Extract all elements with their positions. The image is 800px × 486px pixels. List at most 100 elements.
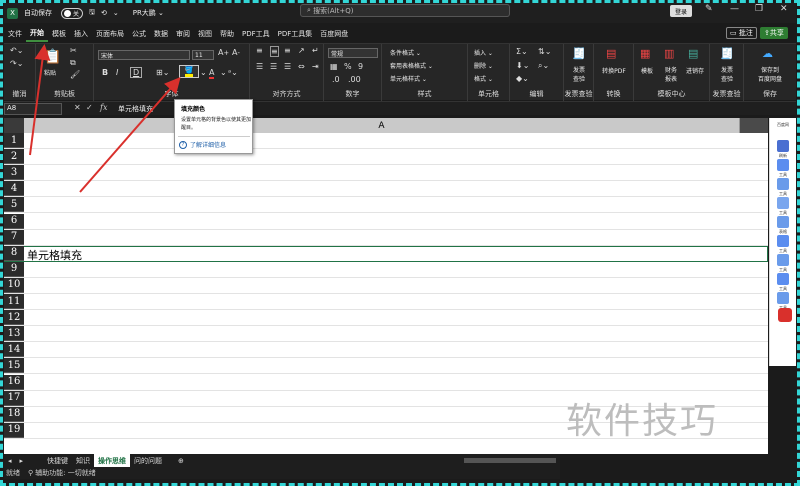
horizontal-scrollbar[interactable] xyxy=(464,458,556,463)
inventory-icon[interactable]: ▤ xyxy=(688,47,698,60)
find-select-icon[interactable]: ⌕⌄ xyxy=(538,61,549,71)
table-row[interactable]: 3 xyxy=(4,165,768,182)
menu-data[interactable]: 数据 xyxy=(150,25,172,42)
row-header[interactable]: 6 xyxy=(4,213,24,229)
row-header[interactable]: 15 xyxy=(4,358,24,374)
more-icon[interactable]: ⌄ xyxy=(110,3,122,23)
table-row[interactable]: 16 xyxy=(4,374,768,391)
save-baidu-label[interactable]: 保存到 百度网盘 xyxy=(746,65,794,83)
paste-label[interactable]: 粘贴 xyxy=(44,68,56,77)
row-header[interactable]: 1 xyxy=(4,133,24,149)
row-header[interactable]: 4 xyxy=(4,181,24,197)
row-header[interactable]: 9 xyxy=(4,261,24,277)
undo-icon[interactable]: ↶⌄ xyxy=(10,46,23,55)
tooltip-learn-more-link[interactable]: ? 了解详细信息 xyxy=(179,140,226,149)
redo-icon[interactable]: ↷⌄ xyxy=(10,59,23,68)
menu-home[interactable]: 开始 xyxy=(26,25,48,42)
menu-review[interactable]: 审阅 xyxy=(172,25,194,42)
table-row[interactable]: 1 xyxy=(4,133,768,150)
customize-icon[interactable]: ⟲ xyxy=(98,3,110,23)
close-icon[interactable]: ✕ xyxy=(780,4,788,14)
conditional-format-button[interactable]: 条件格式 ⌄ xyxy=(390,48,421,57)
border-icon[interactable]: ⊞⌄ xyxy=(156,68,169,77)
phonetic-icon[interactable]: ᵃ⌄ xyxy=(228,68,238,77)
cell-styles-button[interactable]: 单元格样式 ⌄ xyxy=(390,74,427,83)
menu-view[interactable]: 视图 xyxy=(194,25,216,42)
align-center-icon[interactable]: ☰ xyxy=(270,62,277,71)
menu-baidu-pan[interactable]: 百度网盘 xyxy=(316,25,352,42)
pen-icon[interactable]: ✎ xyxy=(705,4,713,14)
bold-icon[interactable]: B xyxy=(102,68,108,77)
row-header[interactable]: 14 xyxy=(4,342,24,358)
row-header[interactable]: 16 xyxy=(4,374,24,390)
table-row[interactable]: 11 xyxy=(4,294,768,311)
paste-icon[interactable]: 📋 xyxy=(44,48,62,66)
prev-sheet-icon[interactable]: ◂ xyxy=(4,457,16,465)
table-row[interactable]: 14 xyxy=(4,342,768,359)
merge-icon[interactable]: ⇔ xyxy=(298,62,305,71)
table-row[interactable]: 4 xyxy=(4,181,768,198)
font-color-icon[interactable]: A xyxy=(209,68,215,79)
increase-font-icon[interactable]: A + xyxy=(218,48,229,57)
formula-content[interactable]: 单元格填充 xyxy=(118,104,153,114)
row-header[interactable]: 3 xyxy=(4,165,24,181)
align-top-icon[interactable]: ≡ xyxy=(256,46,263,55)
side-pane-item[interactable]: 刷新 xyxy=(774,140,792,159)
align-left-icon[interactable]: ☰ xyxy=(256,62,263,71)
finance-report-label[interactable]: 财务 报表 xyxy=(660,65,682,83)
font-size-select[interactable]: 11 xyxy=(192,50,214,60)
function-icon[interactable]: fx xyxy=(100,103,107,112)
underline-icon[interactable]: D xyxy=(130,67,143,78)
row-header[interactable]: 12 xyxy=(4,310,24,326)
invoice-2-label[interactable]: 发票 查验 xyxy=(712,65,742,83)
finance-report-icon[interactable]: ▥ xyxy=(664,47,674,60)
format-cells-button[interactable]: 格式 ⌄ xyxy=(474,74,493,83)
currency-icon[interactable]: ▦ xyxy=(330,62,338,71)
table-row[interactable]: 10 xyxy=(4,277,768,294)
row-header[interactable]: 11 xyxy=(4,294,24,310)
share-button[interactable]: ⇪ 共享 xyxy=(760,27,788,39)
minimize-icon[interactable]: — xyxy=(730,4,739,14)
number-format-select[interactable]: 常规 xyxy=(328,48,378,58)
comment-button[interactable]: ▭ 批注 xyxy=(726,27,757,39)
side-pane-item[interactable]: 工具 xyxy=(774,178,792,197)
table-row[interactable]: 7 xyxy=(4,229,768,246)
search-input[interactable]: ⌕ 搜索(Alt+Q) xyxy=(300,4,510,17)
save-icon[interactable]: 🖫 xyxy=(86,3,98,23)
enter-icon[interactable]: ✓ xyxy=(86,103,93,112)
table-row[interactable]: 6 xyxy=(4,213,768,230)
format-painter-icon[interactable]: 🖌 xyxy=(70,70,80,79)
table-row[interactable]: 15 xyxy=(4,358,768,375)
format-as-table-button[interactable]: 套用表格格式 ⌄ xyxy=(390,61,433,70)
inventory-label[interactable]: 进销存 xyxy=(682,66,708,75)
indent-icon[interactable]: ⇥ xyxy=(312,62,319,71)
delete-cells-button[interactable]: 删除 ⌄ xyxy=(474,61,493,70)
orientation-icon[interactable]: ↗ xyxy=(298,46,305,55)
restore-icon[interactable]: ❐ xyxy=(755,4,763,14)
select-all-corner[interactable] xyxy=(4,118,24,133)
increase-decimal-icon[interactable]: .0 xyxy=(332,75,340,84)
cut-icon[interactable]: ✂ xyxy=(70,46,77,55)
sort-filter-icon[interactable]: ⇅⌄ xyxy=(538,47,551,56)
side-pane-item[interactable]: 工具 xyxy=(774,273,792,292)
row-header[interactable]: 10 xyxy=(4,277,24,293)
document-name[interactable]: PR大鹏 ⌄ xyxy=(130,3,167,23)
sheet-tab-shortcuts[interactable]: 快捷键 xyxy=(43,456,72,466)
align-right-icon[interactable]: ☰ xyxy=(284,62,291,71)
align-middle-icon[interactable]: ≡ xyxy=(270,46,279,57)
row-header[interactable]: 18 xyxy=(4,406,24,422)
name-box[interactable]: A8 xyxy=(4,103,62,115)
copy-icon[interactable]: ⧉ xyxy=(70,58,76,68)
sheet-tab-thinking[interactable]: 操作思维 xyxy=(94,454,131,467)
sheet-tab-questions[interactable]: 问的问题 xyxy=(130,456,166,466)
font-color-dropdown-icon[interactable]: ⌄ xyxy=(220,68,227,77)
font-name-select[interactable]: 宋体 xyxy=(98,50,190,60)
insert-cells-button[interactable]: 插入 ⌄ xyxy=(474,48,493,57)
table-row[interactable]: 9 xyxy=(4,261,768,278)
table-row[interactable]: 2 xyxy=(4,149,768,166)
menu-pdf-tools[interactable]: PDF工具 xyxy=(238,25,274,42)
menu-insert[interactable]: 插入 xyxy=(70,25,92,42)
invoice-2-icon[interactable]: 🧾 xyxy=(720,47,734,60)
cell-a8[interactable]: 单元格填充 xyxy=(27,247,82,263)
row-header[interactable]: 2 xyxy=(4,149,24,165)
